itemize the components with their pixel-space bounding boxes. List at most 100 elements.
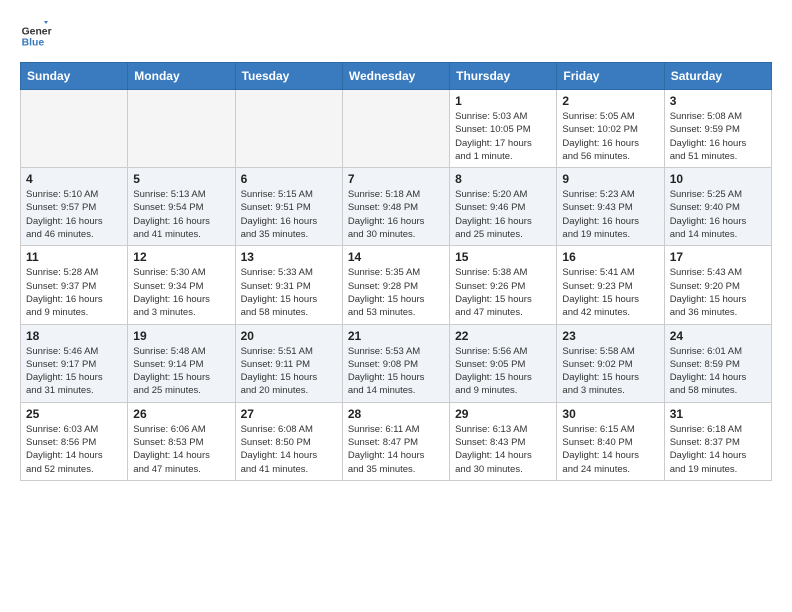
calendar-day-cell: 23Sunrise: 5:58 AM Sunset: 9:02 PM Dayli… bbox=[557, 324, 664, 402]
calendar-day-cell: 12 Sunrise: 5:30 AM Sunset: 9:34 PM Dayli… bbox=[128, 246, 235, 324]
calendar-day-cell: 11Sunrise: 5:28 AM Sunset: 9:37 PM Dayli… bbox=[21, 246, 128, 324]
day-info: Sunrise: 5:25 AM Sunset: 9:40 PM Dayligh… bbox=[670, 188, 766, 241]
day-number: 30 bbox=[562, 407, 658, 421]
calendar-day-cell: 6 Sunrise: 5:15 AM Sunset: 9:51 PM Daylig… bbox=[235, 168, 342, 246]
day-info: Sunrise: 6:15 AM Sunset: 8:40 PM Dayligh… bbox=[562, 423, 658, 476]
day-info: Sunrise: 5:05 AM Sunset: 10:02 PM Daylig… bbox=[562, 110, 658, 163]
day-number: 5 bbox=[133, 172, 229, 186]
calendar-day-cell: 21 Sunrise: 5:53 AM Sunset: 9:08 PM Dayli… bbox=[342, 324, 449, 402]
calendar-day-cell bbox=[342, 90, 449, 168]
calendar-day-cell: 14 Sunrise: 5:35 AM Sunset: 9:28 PM Dayli… bbox=[342, 246, 449, 324]
calendar-day-cell: 13 Sunrise: 5:33 AM Sunset: 9:31 PM Dayli… bbox=[235, 246, 342, 324]
weekday-header: Monday bbox=[128, 63, 235, 90]
day-info: Sunrise: 5:41 AM Sunset: 9:23 PM Dayligh… bbox=[562, 266, 658, 319]
day-info: Sunrise: 5:08 AM Sunset: 9:59 PM Dayligh… bbox=[670, 110, 766, 163]
day-info: Sunrise: 5:30 AM Sunset: 9:34 PM Dayligh… bbox=[133, 266, 229, 319]
day-number: 14 bbox=[348, 250, 444, 264]
day-number: 3 bbox=[670, 94, 766, 108]
day-info: Sunrise: 5:18 AM Sunset: 9:48 PM Dayligh… bbox=[348, 188, 444, 241]
weekday-header: Saturday bbox=[664, 63, 771, 90]
day-info: Sunrise: 6:01 AM Sunset: 8:59 PM Dayligh… bbox=[670, 345, 766, 398]
calendar-day-cell: 30 Sunrise: 6:15 AM Sunset: 8:40 PM Dayli… bbox=[557, 402, 664, 480]
calendar-day-cell: 16 Sunrise: 5:41 AM Sunset: 9:23 PM Dayli… bbox=[557, 246, 664, 324]
day-number: 22 bbox=[455, 329, 551, 343]
calendar-day-cell: 29 Sunrise: 6:13 AM Sunset: 8:43 PM Dayli… bbox=[450, 402, 557, 480]
day-number: 26 bbox=[133, 407, 229, 421]
day-info: Sunrise: 5:43 AM Sunset: 9:20 PM Dayligh… bbox=[670, 266, 766, 319]
calendar-day-cell: 4 Sunrise: 5:10 AM Sunset: 9:57 PM Daylig… bbox=[21, 168, 128, 246]
calendar-day-cell bbox=[235, 90, 342, 168]
logo: General Blue bbox=[20, 20, 56, 52]
day-info: Sunrise: 5:28 AM Sunset: 9:37 PM Dayligh… bbox=[26, 266, 122, 319]
day-number: 27 bbox=[241, 407, 337, 421]
day-info: Sunrise: 5:13 AM Sunset: 9:54 PM Dayligh… bbox=[133, 188, 229, 241]
day-number: 1 bbox=[455, 94, 551, 108]
day-info: Sunrise: 5:15 AM Sunset: 9:51 PM Dayligh… bbox=[241, 188, 337, 241]
calendar-day-cell: 17 Sunrise: 5:43 AM Sunset: 9:20 PM Dayli… bbox=[664, 246, 771, 324]
day-number: 8 bbox=[455, 172, 551, 186]
calendar-day-cell: 24Sunrise: 6:01 AM Sunset: 8:59 PM Dayli… bbox=[664, 324, 771, 402]
day-number: 28 bbox=[348, 407, 444, 421]
day-info: Sunrise: 6:18 AM Sunset: 8:37 PM Dayligh… bbox=[670, 423, 766, 476]
day-info: Sunrise: 5:48 AM Sunset: 9:14 PM Dayligh… bbox=[133, 345, 229, 398]
day-info: Sunrise: 6:11 AM Sunset: 8:47 PM Dayligh… bbox=[348, 423, 444, 476]
calendar-day-cell: 1 Sunrise: 5:03 AM Sunset: 10:05 PM Dayli… bbox=[450, 90, 557, 168]
day-number: 17 bbox=[670, 250, 766, 264]
day-number: 6 bbox=[241, 172, 337, 186]
day-info: Sunrise: 6:03 AM Sunset: 8:56 PM Dayligh… bbox=[26, 423, 122, 476]
day-info: Sunrise: 5:51 AM Sunset: 9:11 PM Dayligh… bbox=[241, 345, 337, 398]
day-number: 7 bbox=[348, 172, 444, 186]
calendar-day-cell: 27 Sunrise: 6:08 AM Sunset: 8:50 PM Dayli… bbox=[235, 402, 342, 480]
day-info: Sunrise: 5:38 AM Sunset: 9:26 PM Dayligh… bbox=[455, 266, 551, 319]
calendar-day-cell: 18Sunrise: 5:46 AM Sunset: 9:17 PM Dayli… bbox=[21, 324, 128, 402]
day-info: Sunrise: 5:46 AM Sunset: 9:17 PM Dayligh… bbox=[26, 345, 122, 398]
page-header: General Blue bbox=[20, 20, 772, 52]
day-info: Sunrise: 5:10 AM Sunset: 9:57 PM Dayligh… bbox=[26, 188, 122, 241]
calendar-day-cell: 9Sunrise: 5:23 AM Sunset: 9:43 PM Daylig… bbox=[557, 168, 664, 246]
day-number: 31 bbox=[670, 407, 766, 421]
day-info: Sunrise: 6:08 AM Sunset: 8:50 PM Dayligh… bbox=[241, 423, 337, 476]
weekday-header: Wednesday bbox=[342, 63, 449, 90]
calendar-week-row: 4 Sunrise: 5:10 AM Sunset: 9:57 PM Daylig… bbox=[21, 168, 772, 246]
svg-text:Blue: Blue bbox=[22, 38, 45, 49]
calendar-day-cell: 8 Sunrise: 5:20 AM Sunset: 9:46 PM Daylig… bbox=[450, 168, 557, 246]
calendar-day-cell: 7 Sunrise: 5:18 AM Sunset: 9:48 PM Daylig… bbox=[342, 168, 449, 246]
day-info: Sunrise: 5:58 AM Sunset: 9:02 PM Dayligh… bbox=[562, 345, 658, 398]
day-number: 21 bbox=[348, 329, 444, 343]
day-info: Sunrise: 5:33 AM Sunset: 9:31 PM Dayligh… bbox=[241, 266, 337, 319]
day-number: 29 bbox=[455, 407, 551, 421]
calendar-day-cell: 26 Sunrise: 6:06 AM Sunset: 8:53 PM Dayli… bbox=[128, 402, 235, 480]
calendar-day-cell: 5 Sunrise: 5:13 AM Sunset: 9:54 PM Daylig… bbox=[128, 168, 235, 246]
weekday-header: Tuesday bbox=[235, 63, 342, 90]
weekday-header: Sunday bbox=[21, 63, 128, 90]
day-info: Sunrise: 5:03 AM Sunset: 10:05 PM Daylig… bbox=[455, 110, 551, 163]
day-number: 12 bbox=[133, 250, 229, 264]
calendar-day-cell bbox=[21, 90, 128, 168]
calendar-week-row: 25 Sunrise: 6:03 AM Sunset: 8:56 PM Dayli… bbox=[21, 402, 772, 480]
calendar-table: SundayMondayTuesdayWednesdayThursdayFrid… bbox=[20, 62, 772, 481]
day-number: 4 bbox=[26, 172, 122, 186]
calendar-week-row: 1 Sunrise: 5:03 AM Sunset: 10:05 PM Dayli… bbox=[21, 90, 772, 168]
calendar-day-cell: 20 Sunrise: 5:51 AM Sunset: 9:11 PM Dayli… bbox=[235, 324, 342, 402]
day-number: 2 bbox=[562, 94, 658, 108]
day-number: 16 bbox=[562, 250, 658, 264]
day-info: Sunrise: 5:35 AM Sunset: 9:28 PM Dayligh… bbox=[348, 266, 444, 319]
day-number: 13 bbox=[241, 250, 337, 264]
day-info: Sunrise: 6:13 AM Sunset: 8:43 PM Dayligh… bbox=[455, 423, 551, 476]
day-number: 25 bbox=[26, 407, 122, 421]
calendar-day-cell: 25 Sunrise: 6:03 AM Sunset: 8:56 PM Dayli… bbox=[21, 402, 128, 480]
day-info: Sunrise: 5:56 AM Sunset: 9:05 PM Dayligh… bbox=[455, 345, 551, 398]
day-number: 9 bbox=[562, 172, 658, 186]
logo-icon: General Blue bbox=[20, 20, 52, 52]
calendar-week-row: 11Sunrise: 5:28 AM Sunset: 9:37 PM Dayli… bbox=[21, 246, 772, 324]
calendar-day-cell: 31 Sunrise: 6:18 AM Sunset: 8:37 PM Dayli… bbox=[664, 402, 771, 480]
day-number: 10 bbox=[670, 172, 766, 186]
day-number: 20 bbox=[241, 329, 337, 343]
day-info: Sunrise: 6:06 AM Sunset: 8:53 PM Dayligh… bbox=[133, 423, 229, 476]
calendar-day-cell: 22 Sunrise: 5:56 AM Sunset: 9:05 PM Dayli… bbox=[450, 324, 557, 402]
calendar-header-row: SundayMondayTuesdayWednesdayThursdayFrid… bbox=[21, 63, 772, 90]
calendar-day-cell: 3 Sunrise: 5:08 AM Sunset: 9:59 PM Daylig… bbox=[664, 90, 771, 168]
day-info: Sunrise: 5:20 AM Sunset: 9:46 PM Dayligh… bbox=[455, 188, 551, 241]
day-info: Sunrise: 5:53 AM Sunset: 9:08 PM Dayligh… bbox=[348, 345, 444, 398]
calendar-day-cell: 28 Sunrise: 6:11 AM Sunset: 8:47 PM Dayli… bbox=[342, 402, 449, 480]
